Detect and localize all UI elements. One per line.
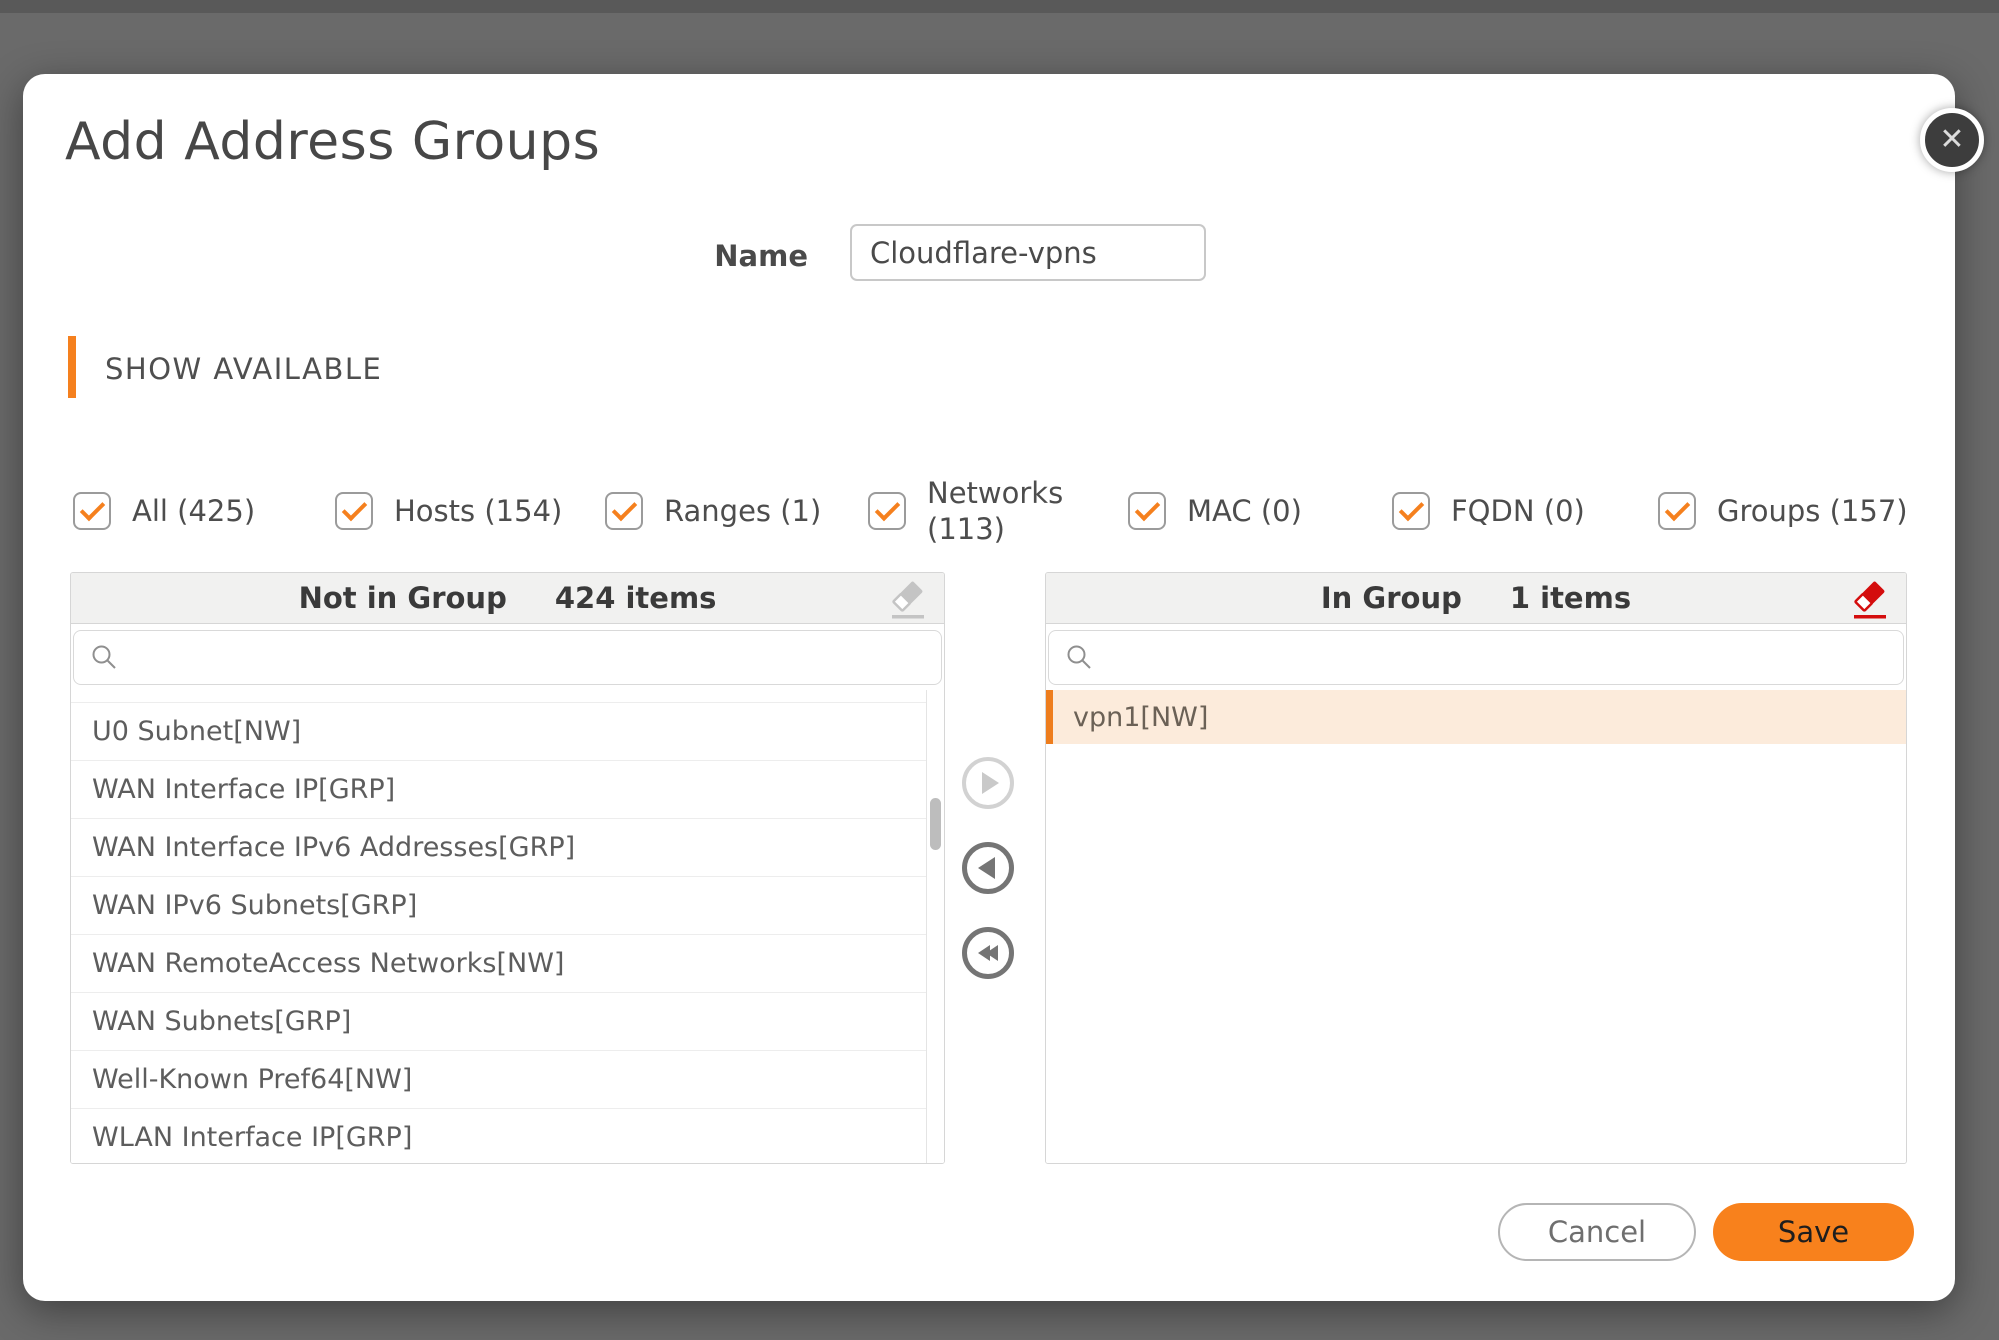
scrollbar-track[interactable]	[926, 690, 944, 1163]
filter-fqdn-label: FQDN (0)	[1451, 493, 1585, 529]
move-all-left-button[interactable]	[962, 927, 1014, 979]
not-in-group-search[interactable]	[73, 630, 942, 685]
list-item-selected[interactable]: vpn1[NW]	[1046, 690, 1906, 744]
not-in-group-header: Not in Group 424 items	[71, 573, 944, 624]
name-field-label: Name	[618, 239, 808, 273]
list-item[interactable]: WAN RemoteAccess Networks[NW]	[71, 935, 927, 993]
checkbox-all[interactable]	[73, 492, 111, 530]
list-item[interactable]: WLAN Interface IP[GRP]	[71, 1109, 927, 1164]
filter-networks[interactable]: Networks (113)	[868, 473, 1062, 549]
checkbox-groups[interactable]	[1658, 492, 1696, 530]
checkbox-networks[interactable]	[868, 492, 906, 530]
filter-ranges-label: Ranges (1)	[664, 493, 821, 529]
close-icon: ✕	[1939, 125, 1964, 155]
save-label: Save	[1778, 1215, 1849, 1249]
filter-all-label: All (425)	[132, 493, 255, 529]
arrow-left-icon	[978, 857, 995, 879]
not-in-group-list: U0 Subnet[NW] WAN Interface IP[GRP] WAN …	[71, 690, 944, 1163]
arrow-right-icon	[982, 772, 999, 794]
list-item[interactable]: WAN IPv6 Subnets[GRP]	[71, 877, 927, 935]
in-group-header: In Group 1 items	[1046, 573, 1906, 624]
partial-row	[71, 690, 927, 703]
checkbox-ranges[interactable]	[605, 492, 643, 530]
in-group-count: 1 items	[1510, 581, 1631, 615]
filter-groups[interactable]: Groups (157)	[1658, 493, 1908, 529]
move-right-button[interactable]	[962, 757, 1014, 809]
list-item[interactable]: U0 Subnet[NW]	[71, 703, 927, 761]
not-in-group-title: Not in Group	[299, 581, 507, 615]
not-in-group-count: 424 items	[555, 581, 717, 615]
checkbox-hosts[interactable]	[335, 492, 373, 530]
search-icon	[1065, 643, 1095, 673]
add-address-groups-dialog: Add Address Groups ✕ Name SHOW AVAILABLE…	[23, 74, 1955, 1301]
list-item[interactable]: Well-Known Pref64[NW]	[71, 1051, 927, 1109]
save-button[interactable]: Save	[1713, 1203, 1914, 1261]
filter-mac-label: MAC (0)	[1187, 493, 1302, 529]
clear-list-icon[interactable]	[1848, 578, 1892, 624]
filter-hosts-label: Hosts (154)	[394, 493, 562, 529]
cancel-label: Cancel	[1548, 1215, 1646, 1249]
scrollbar-thumb[interactable]	[930, 798, 941, 850]
filter-all[interactable]: All (425)	[73, 493, 255, 529]
double-arrow-left-icon	[986, 945, 998, 961]
in-group-title: In Group	[1321, 581, 1462, 615]
name-input[interactable]	[850, 224, 1206, 281]
section-accent-bar	[68, 336, 76, 398]
filter-networks-label: Networks (113)	[927, 475, 1062, 548]
move-left-button[interactable]	[962, 842, 1014, 894]
cancel-button[interactable]: Cancel	[1498, 1203, 1696, 1261]
list-item[interactable]: WAN Subnets[GRP]	[71, 993, 927, 1051]
filter-mac[interactable]: MAC (0)	[1128, 493, 1302, 529]
filter-hosts[interactable]: Hosts (154)	[335, 493, 562, 529]
search-icon	[90, 643, 120, 673]
not-in-group-search-input[interactable]	[120, 631, 941, 684]
in-group-search[interactable]	[1048, 630, 1904, 685]
clear-list-icon[interactable]	[886, 578, 930, 624]
page-top-shadow	[0, 0, 1999, 13]
checkbox-mac[interactable]	[1128, 492, 1166, 530]
close-button[interactable]: ✕	[1920, 108, 1984, 172]
filter-fqdn[interactable]: FQDN (0)	[1392, 493, 1585, 529]
not-in-group-panel: Not in Group 424 items U0 Subnet[NW] WAN	[70, 572, 945, 1164]
dialog-title: Add Address Groups	[65, 112, 600, 172]
list-item[interactable]: WAN Interface IPv6 Addresses[GRP]	[71, 819, 927, 877]
checkbox-fqdn[interactable]	[1392, 492, 1430, 530]
list-item[interactable]: WAN Interface IP[GRP]	[71, 761, 927, 819]
selected-item-label: vpn1[NW]	[1073, 702, 1208, 733]
section-title: SHOW AVAILABLE	[105, 352, 382, 386]
in-group-search-input[interactable]	[1095, 631, 1903, 684]
filter-ranges[interactable]: Ranges (1)	[605, 493, 821, 529]
in-group-panel: In Group 1 items vpn1[NW]	[1045, 572, 1907, 1164]
in-group-list: vpn1[NW]	[1046, 690, 1906, 1163]
selected-row-accent-bar	[1046, 690, 1053, 744]
filter-groups-label: Groups (157)	[1717, 493, 1908, 529]
